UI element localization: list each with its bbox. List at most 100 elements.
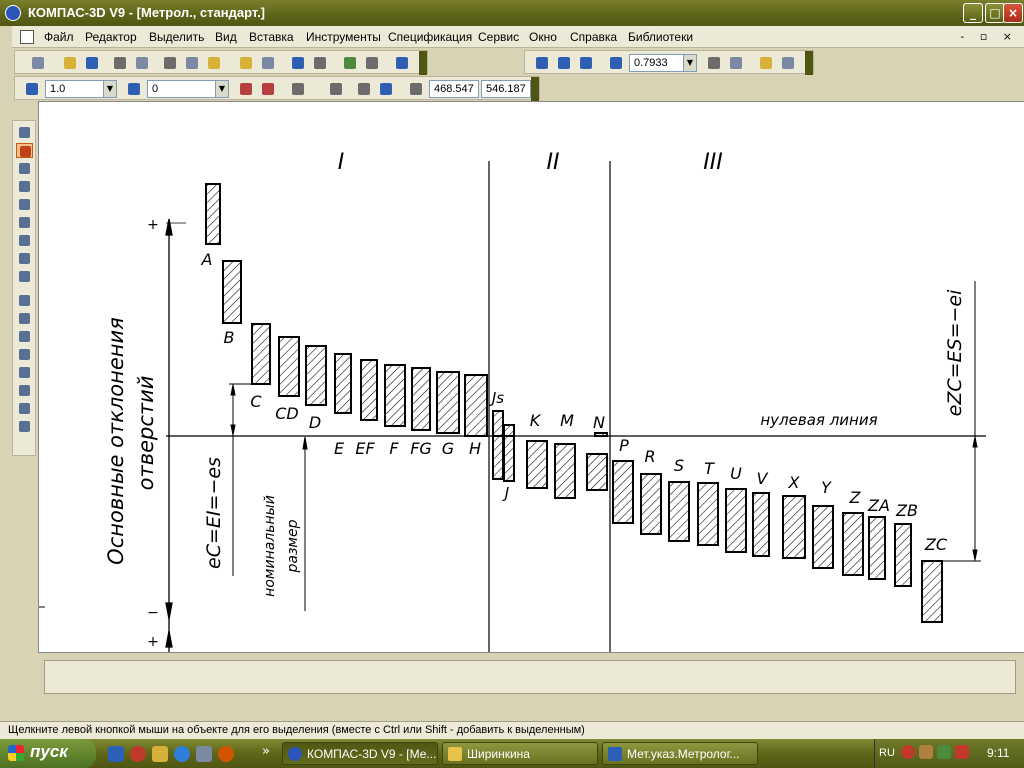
manager-icon[interactable]	[341, 54, 359, 72]
variables-fx-icon[interactable]	[363, 54, 381, 72]
menu-specification[interactable]: Спецификация	[388, 30, 472, 44]
tolerance-bar-K-lower[interactable]	[526, 440, 548, 489]
tolerance-bar-G[interactable]	[436, 371, 460, 434]
tolerance-bar-N-upper[interactable]	[594, 432, 608, 437]
context-help-icon[interactable]	[393, 54, 411, 72]
tolerance-bar-Js-lower[interactable]	[492, 435, 504, 480]
format-painter-icon[interactable]	[237, 54, 255, 72]
start-button[interactable]: пуск	[0, 739, 96, 768]
ie-quicklaunch-icon[interactable]	[174, 746, 190, 762]
arc-icon[interactable]	[16, 347, 33, 362]
ortho-mode-icon[interactable]	[355, 80, 373, 98]
tolerance-bar-U[interactable]	[725, 488, 747, 553]
word-quicklaunch-icon[interactable]	[108, 746, 124, 762]
tolerance-bar-H[interactable]	[464, 374, 488, 437]
parametric-mode-icon[interactable]	[377, 80, 395, 98]
menu-select[interactable]: Выделить	[149, 30, 204, 44]
layer-input[interactable]	[147, 80, 217, 98]
step-dropdown-arrow[interactable]: ▼	[103, 80, 117, 98]
refresh-icon[interactable]	[757, 54, 775, 72]
chamfer-icon[interactable]	[16, 419, 33, 434]
redo-icon[interactable]	[311, 54, 329, 72]
properties-panel-field[interactable]	[44, 660, 1016, 694]
tolerance-bar-ZB[interactable]	[894, 523, 912, 587]
properties-icon[interactable]	[259, 54, 277, 72]
document-icon[interactable]	[20, 30, 34, 44]
selection-icon[interactable]	[16, 143, 33, 158]
tolerance-bar-S[interactable]	[668, 481, 690, 542]
kompas-app-icon[interactable]	[5, 5, 21, 21]
cursor-coordinates-icon[interactable]	[407, 80, 425, 98]
linear-dimension-icon[interactable]	[16, 311, 33, 326]
tray-arrow-icon[interactable]	[901, 745, 915, 759]
toolbar-grip[interactable]	[419, 51, 427, 75]
open-folder-icon[interactable]	[61, 54, 79, 72]
triangle-icon[interactable]	[16, 365, 33, 380]
menu-service[interactable]: Сервис	[478, 30, 519, 44]
show-all-icon[interactable]	[727, 54, 745, 72]
tolerance-bar-R[interactable]	[640, 473, 662, 535]
tolerance-bar-ZA[interactable]	[868, 516, 886, 580]
maximize-button[interactable]: □	[985, 3, 1005, 23]
spline-icon[interactable]	[16, 383, 33, 398]
display-mode-icon[interactable]	[779, 54, 797, 72]
zoom-dropdown-arrow[interactable]: ▼	[683, 54, 697, 72]
grid-icon[interactable]	[289, 80, 307, 98]
print-preview-icon[interactable]	[133, 54, 151, 72]
tolerance-bar-Z[interactable]	[842, 512, 864, 576]
tolerance-bar-N-lower[interactable]	[586, 453, 608, 491]
zoom-out-icon[interactable]	[577, 54, 595, 72]
menu-editor[interactable]: Редактор	[85, 30, 137, 44]
menu-tools[interactable]: Инструменты	[306, 30, 381, 44]
view-toolbar-grip[interactable]	[805, 51, 813, 75]
tolerance-bar-A[interactable]	[205, 183, 221, 245]
tolerance-bar-FG[interactable]	[411, 367, 431, 431]
coord-y-input[interactable]	[481, 80, 531, 98]
layer-icon[interactable]	[125, 80, 143, 98]
zoom-window-icon[interactable]	[533, 54, 551, 72]
task-kompas[interactable]: КОМПАС-3D V9 - [Ме...	[282, 742, 438, 765]
menu-help[interactable]: Справка	[570, 30, 617, 44]
parametrization-icon[interactable]	[16, 215, 33, 230]
zoom-input[interactable]	[629, 54, 685, 72]
local-cs-icon[interactable]	[327, 80, 345, 98]
tolerance-bar-J-lower[interactable]	[503, 435, 515, 482]
tolerance-bar-T[interactable]	[697, 482, 719, 546]
layer-dropdown-arrow[interactable]: ▼	[215, 80, 229, 98]
media-quicklaunch-icon[interactable]	[130, 746, 146, 762]
step-input[interactable]	[45, 80, 105, 98]
close-button[interactable]: ×	[1003, 3, 1023, 23]
tolerance-bar-J-upper[interactable]	[503, 424, 515, 437]
hatch-icon[interactable]	[16, 401, 33, 416]
minimize-button[interactable]: _	[963, 3, 983, 23]
menu-file[interactable]: Файл	[44, 30, 74, 44]
player-quicklaunch-icon[interactable]	[218, 746, 234, 762]
task-word-doc[interactable]: Мет.указ.Метролог...	[602, 742, 758, 765]
circle-icon[interactable]	[16, 329, 33, 344]
menu-view[interactable]: Вид	[215, 30, 237, 44]
fragment-icon[interactable]	[16, 251, 33, 266]
zoom-in-icon[interactable]	[555, 54, 573, 72]
tolerance-bar-M[interactable]	[554, 443, 576, 499]
tolerance-bar-D[interactable]	[305, 345, 327, 406]
tolerance-bar-Y[interactable]	[812, 505, 834, 569]
tolerance-bar-Js-upper[interactable]	[492, 410, 504, 437]
zoom-scale-icon[interactable]	[607, 54, 625, 72]
menu-libraries[interactable]: Библиотеки	[628, 30, 693, 44]
print-icon[interactable]	[111, 54, 129, 72]
paste-icon[interactable]	[205, 54, 223, 72]
geometry-icon[interactable]	[16, 125, 33, 140]
snap-magnet-icon[interactable]	[237, 80, 255, 98]
tray-network-icon[interactable]	[919, 745, 933, 759]
new-document-icon[interactable]	[29, 54, 47, 72]
spec-icon[interactable]	[16, 269, 33, 284]
menu-insert[interactable]: Вставка	[249, 30, 294, 44]
state-toolbar-grip[interactable]	[531, 77, 539, 101]
measurements-icon[interactable]	[16, 233, 33, 248]
mdi-window-controls[interactable]: - ▫ ×	[960, 30, 1018, 43]
language-indicator[interactable]: RU	[879, 747, 895, 759]
tolerance-bar-E[interactable]	[334, 353, 352, 414]
calc-quicklaunch-icon[interactable]	[196, 746, 212, 762]
undo-icon[interactable]	[289, 54, 307, 72]
copy-icon[interactable]	[183, 54, 201, 72]
